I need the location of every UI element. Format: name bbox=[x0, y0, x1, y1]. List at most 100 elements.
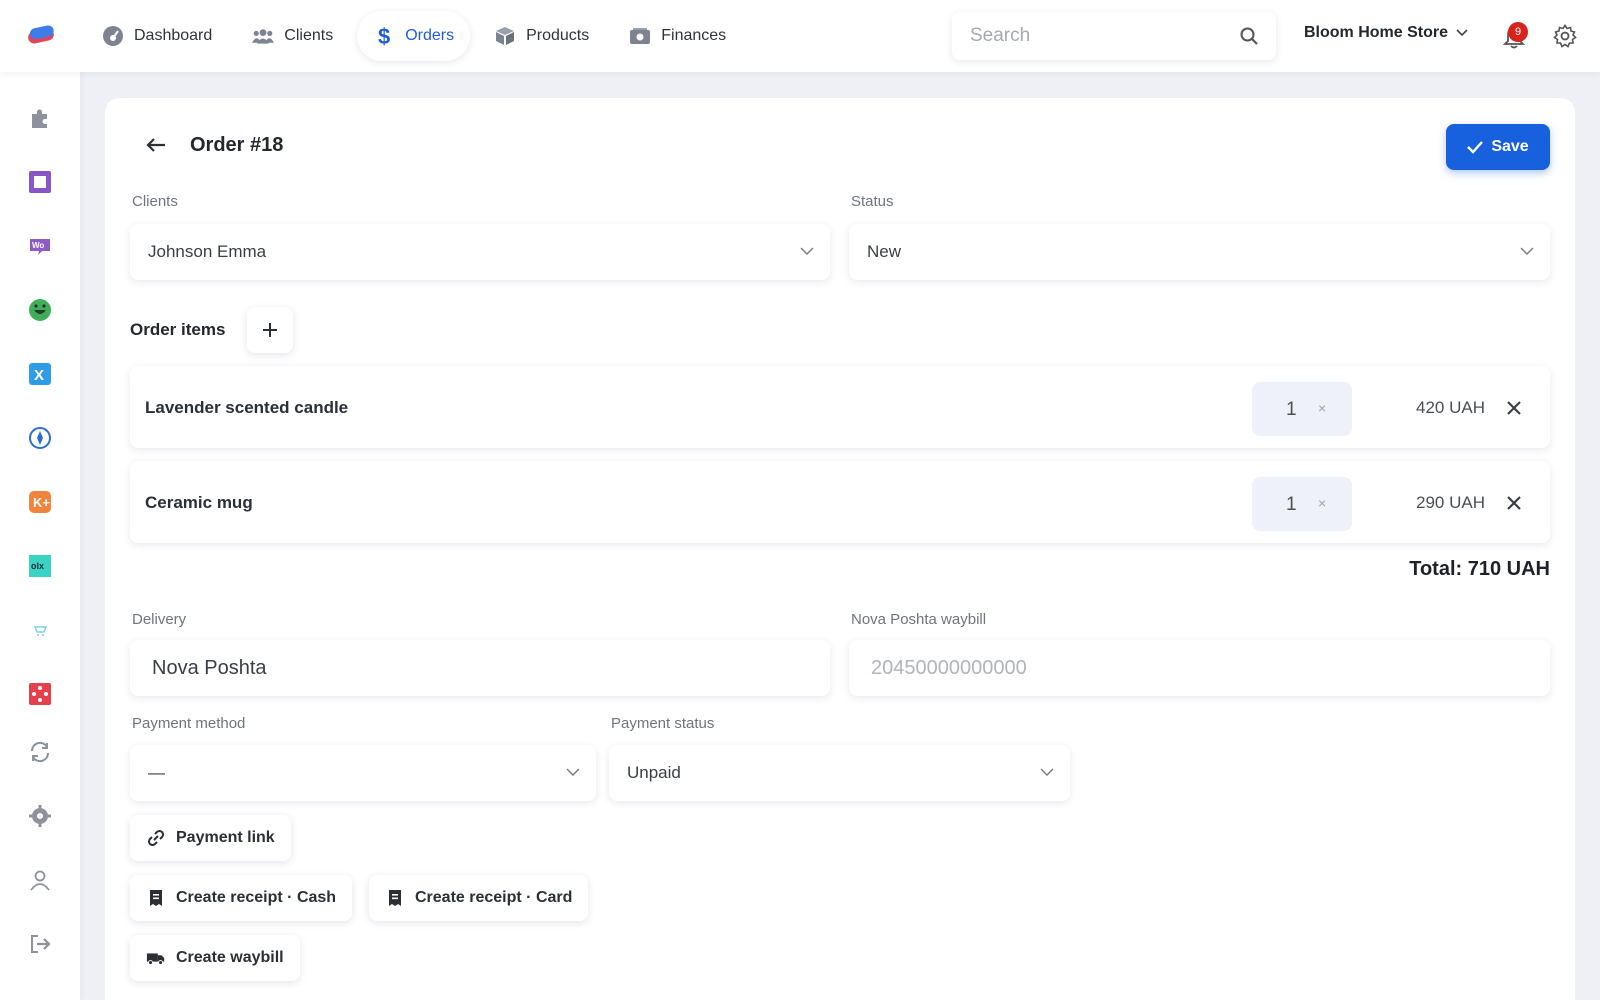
item-price: 420 UAH bbox=[1416, 398, 1485, 417]
search-input[interactable] bbox=[970, 25, 1240, 47]
nav-clients-label: Clients bbox=[284, 27, 334, 44]
client-value: Johnson Emma bbox=[148, 242, 267, 261]
client-select[interactable]: Johnson Emma bbox=[130, 224, 830, 280]
order-form-card: Order #18 Save Clients Johnson Emma Stat… bbox=[105, 98, 1575, 1000]
payment-status-select[interactable]: Unpaid bbox=[609, 745, 1070, 801]
save-button[interactable]: Save bbox=[1446, 124, 1550, 170]
nav-orders-label: Orders bbox=[405, 27, 455, 44]
payment-method-select[interactable]: — bbox=[130, 745, 596, 801]
app-logo[interactable] bbox=[26, 24, 56, 46]
box-icon bbox=[496, 27, 515, 45]
delivery-label: Delivery bbox=[132, 611, 187, 628]
create-receipt-card-button[interactable]: Create receipt · Card bbox=[369, 875, 589, 921]
truck-icon bbox=[146, 953, 165, 966]
back-arrow-icon[interactable] bbox=[143, 132, 169, 158]
check-icon bbox=[1467, 141, 1484, 154]
search-box bbox=[952, 12, 1276, 60]
plus-icon bbox=[263, 323, 277, 337]
nav-dashboard-label: Dashboard bbox=[134, 27, 213, 44]
square-app-icon[interactable] bbox=[28, 170, 52, 194]
remove-item-icon[interactable] bbox=[1506, 495, 1522, 511]
quantity-value: 1 bbox=[1286, 494, 1297, 515]
item-name: Ceramic mug bbox=[145, 493, 253, 512]
create-receipt-cash-button[interactable]: Create receipt · Cash bbox=[130, 875, 353, 921]
clients-label: Clients bbox=[132, 193, 178, 210]
green-face-icon[interactable] bbox=[28, 298, 52, 322]
receipt-card-label: Create receipt · Card bbox=[415, 889, 573, 906]
svg-text:X: X bbox=[34, 367, 44, 384]
payment-link-label: Payment link bbox=[176, 829, 275, 846]
nav-products[interactable]: Products bbox=[478, 11, 605, 61]
olx-icon[interactable]: olx bbox=[28, 554, 52, 578]
delivery-field bbox=[130, 640, 830, 696]
link-icon bbox=[147, 829, 165, 847]
puzzle-icon[interactable] bbox=[28, 106, 52, 130]
quantity-field[interactable]: 1 × bbox=[1252, 382, 1352, 436]
quantity-clear-icon[interactable]: × bbox=[1318, 400, 1326, 416]
payment-status-value: Unpaid bbox=[627, 763, 681, 782]
chevron-down-icon bbox=[1040, 768, 1054, 776]
item-price: 290 UAH bbox=[1416, 493, 1485, 512]
store-selector[interactable]: Bloom Home Store bbox=[1304, 24, 1468, 42]
add-item-button[interactable] bbox=[247, 307, 293, 353]
settings-icon[interactable] bbox=[28, 804, 52, 828]
page-title: Order #18 bbox=[190, 134, 284, 156]
create-waybill-label: Create waybill bbox=[176, 949, 284, 966]
nav-orders[interactable]: $ Orders bbox=[357, 11, 471, 61]
nav-clients[interactable]: Clients bbox=[236, 11, 349, 61]
payment-method-value: — bbox=[148, 763, 165, 782]
k-app-icon[interactable]: K+ bbox=[28, 490, 52, 514]
sync-icon[interactable] bbox=[28, 740, 52, 764]
x-app-icon[interactable]: X bbox=[28, 362, 52, 386]
nav-finances-label: Finances bbox=[661, 27, 727, 44]
money-icon bbox=[630, 28, 651, 44]
svg-text:olx: olx bbox=[31, 561, 44, 571]
svg-text:Wo: Wo bbox=[32, 241, 44, 250]
cart-icon[interactable] bbox=[28, 618, 52, 642]
svg-text:$: $ bbox=[378, 25, 390, 47]
payment-link-button[interactable]: Payment link bbox=[130, 815, 291, 861]
status-select[interactable]: New bbox=[849, 224, 1550, 280]
dollar-icon: $ bbox=[378, 25, 390, 47]
top-bar: Dashboard Clients $ Orders Products Fina… bbox=[0, 0, 1600, 72]
order-item-row: Ceramic mug 1 × 290 UAH bbox=[130, 461, 1550, 543]
notification-badge: 9 bbox=[1508, 22, 1528, 42]
search-icon[interactable] bbox=[1240, 27, 1258, 45]
status-label: Status bbox=[851, 193, 894, 210]
quantity-clear-icon[interactable]: × bbox=[1318, 495, 1326, 511]
pin-app-icon[interactable] bbox=[28, 426, 52, 450]
receipt-cash-label: Create receipt · Cash bbox=[176, 889, 337, 906]
main-nav: Dashboard Clients $ Orders Products Fina… bbox=[86, 11, 742, 61]
chevron-down-icon bbox=[1456, 29, 1468, 37]
svg-text:K+: K+ bbox=[33, 495, 50, 510]
payment-method-label: Payment method bbox=[132, 715, 246, 732]
delivery-input[interactable] bbox=[152, 656, 808, 680]
receipt-icon bbox=[389, 890, 401, 906]
sidebar: Wo X K+ olx bbox=[0, 72, 80, 1000]
users-icon bbox=[252, 29, 275, 44]
save-button-label: Save bbox=[1491, 138, 1529, 155]
nav-finances[interactable]: Finances bbox=[613, 11, 742, 61]
chevron-down-icon bbox=[800, 247, 814, 255]
dots-app-icon[interactable] bbox=[28, 682, 52, 706]
status-value: New bbox=[867, 242, 902, 261]
item-name: Lavender scented candle bbox=[145, 398, 349, 417]
user-icon[interactable] bbox=[28, 868, 52, 892]
dashboard-gauge-icon bbox=[103, 26, 123, 46]
receipt-icon bbox=[150, 890, 162, 906]
woo-icon[interactable]: Wo bbox=[28, 234, 52, 258]
logout-icon[interactable] bbox=[28, 932, 52, 956]
nav-products-label: Products bbox=[526, 27, 590, 44]
order-total: Total: 710 UAH bbox=[1409, 558, 1550, 580]
store-name: Bloom Home Store bbox=[1304, 24, 1449, 41]
quantity-field[interactable]: 1 × bbox=[1252, 477, 1352, 531]
waybill-input[interactable] bbox=[871, 656, 1528, 680]
remove-item-icon[interactable] bbox=[1506, 400, 1522, 416]
chevron-down-icon bbox=[566, 768, 580, 776]
gear-icon[interactable] bbox=[1553, 24, 1577, 48]
waybill-label: Nova Poshta waybill bbox=[851, 611, 987, 628]
order-item-row: Lavender scented candle 1 × 420 UAH bbox=[130, 366, 1550, 448]
create-waybill-button[interactable]: Create waybill bbox=[130, 935, 300, 981]
order-items-heading: Order items bbox=[130, 320, 226, 339]
nav-dashboard[interactable]: Dashboard bbox=[86, 11, 228, 61]
